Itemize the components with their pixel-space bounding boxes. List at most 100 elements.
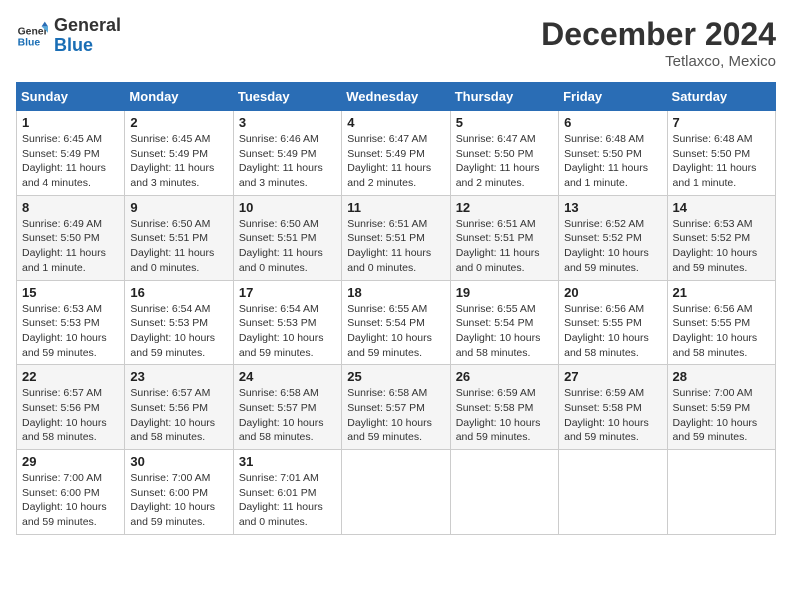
day-number: 23	[130, 369, 227, 384]
header-wednesday: Wednesday	[342, 83, 450, 111]
calendar-cell: 3 Sunrise: 6:46 AMSunset: 5:49 PMDayligh…	[233, 111, 341, 196]
day-number: 21	[673, 285, 770, 300]
day-detail: Sunrise: 7:01 AMSunset: 6:01 PMDaylight:…	[239, 472, 323, 528]
logo-icon: General Blue	[16, 20, 48, 52]
location-subtitle: Tetlaxco, Mexico	[541, 53, 776, 70]
calendar-cell: 14 Sunrise: 6:53 AMSunset: 5:52 PMDaylig…	[667, 195, 775, 280]
calendar-cell	[667, 450, 775, 535]
calendar-cell: 31 Sunrise: 7:01 AMSunset: 6:01 PMDaylig…	[233, 450, 341, 535]
day-number: 24	[239, 369, 336, 384]
calendar-week-row: 22 Sunrise: 6:57 AMSunset: 5:56 PMDaylig…	[17, 365, 776, 450]
day-detail: Sunrise: 6:47 AMSunset: 5:50 PMDaylight:…	[456, 133, 540, 189]
calendar-cell: 19 Sunrise: 6:55 AMSunset: 5:54 PMDaylig…	[450, 280, 558, 365]
header-tuesday: Tuesday	[233, 83, 341, 111]
day-detail: Sunrise: 6:53 AMSunset: 5:52 PMDaylight:…	[673, 218, 758, 274]
day-detail: Sunrise: 6:45 AMSunset: 5:49 PMDaylight:…	[130, 133, 214, 189]
day-number: 27	[564, 369, 661, 384]
calendar-cell: 25 Sunrise: 6:58 AMSunset: 5:57 PMDaylig…	[342, 365, 450, 450]
day-number: 22	[22, 369, 119, 384]
calendar-cell: 15 Sunrise: 6:53 AMSunset: 5:53 PMDaylig…	[17, 280, 125, 365]
calendar-cell: 26 Sunrise: 6:59 AMSunset: 5:58 PMDaylig…	[450, 365, 558, 450]
calendar-cell	[450, 450, 558, 535]
svg-text:Blue: Blue	[18, 37, 41, 48]
day-number: 20	[564, 285, 661, 300]
day-number: 9	[130, 200, 227, 215]
day-number: 18	[347, 285, 444, 300]
day-number: 8	[22, 200, 119, 215]
day-detail: Sunrise: 6:58 AMSunset: 5:57 PMDaylight:…	[239, 387, 324, 443]
day-number: 3	[239, 115, 336, 130]
day-detail: Sunrise: 6:48 AMSunset: 5:50 PMDaylight:…	[673, 133, 757, 189]
header-thursday: Thursday	[450, 83, 558, 111]
header-monday: Monday	[125, 83, 233, 111]
day-number: 7	[673, 115, 770, 130]
day-detail: Sunrise: 6:55 AMSunset: 5:54 PMDaylight:…	[347, 303, 432, 359]
calendar-cell: 11 Sunrise: 6:51 AMSunset: 5:51 PMDaylig…	[342, 195, 450, 280]
day-number: 29	[22, 454, 119, 469]
day-number: 28	[673, 369, 770, 384]
month-year-title: December 2024	[541, 16, 776, 53]
logo: General Blue General Blue	[16, 16, 121, 56]
day-number: 15	[22, 285, 119, 300]
calendar-cell: 10 Sunrise: 6:50 AMSunset: 5:51 PMDaylig…	[233, 195, 341, 280]
calendar-cell: 17 Sunrise: 6:54 AMSunset: 5:53 PMDaylig…	[233, 280, 341, 365]
day-detail: Sunrise: 6:45 AMSunset: 5:49 PMDaylight:…	[22, 133, 106, 189]
day-detail: Sunrise: 6:50 AMSunset: 5:51 PMDaylight:…	[239, 218, 323, 274]
calendar-week-row: 8 Sunrise: 6:49 AMSunset: 5:50 PMDayligh…	[17, 195, 776, 280]
calendar-cell: 23 Sunrise: 6:57 AMSunset: 5:56 PMDaylig…	[125, 365, 233, 450]
day-detail: Sunrise: 6:56 AMSunset: 5:55 PMDaylight:…	[564, 303, 649, 359]
day-detail: Sunrise: 7:00 AMSunset: 6:00 PMDaylight:…	[130, 472, 215, 528]
day-detail: Sunrise: 6:47 AMSunset: 5:49 PMDaylight:…	[347, 133, 431, 189]
day-number: 1	[22, 115, 119, 130]
calendar-cell: 8 Sunrise: 6:49 AMSunset: 5:50 PMDayligh…	[17, 195, 125, 280]
day-number: 14	[673, 200, 770, 215]
day-number: 10	[239, 200, 336, 215]
calendar-week-row: 29 Sunrise: 7:00 AMSunset: 6:00 PMDaylig…	[17, 450, 776, 535]
calendar-cell: 28 Sunrise: 7:00 AMSunset: 5:59 PMDaylig…	[667, 365, 775, 450]
day-number: 6	[564, 115, 661, 130]
title-block: December 2024 Tetlaxco, Mexico	[541, 16, 776, 70]
calendar-cell: 6 Sunrise: 6:48 AMSunset: 5:50 PMDayligh…	[559, 111, 667, 196]
calendar-cell: 20 Sunrise: 6:56 AMSunset: 5:55 PMDaylig…	[559, 280, 667, 365]
day-number: 13	[564, 200, 661, 215]
calendar-cell: 21 Sunrise: 6:56 AMSunset: 5:55 PMDaylig…	[667, 280, 775, 365]
day-number: 31	[239, 454, 336, 469]
day-detail: Sunrise: 6:59 AMSunset: 5:58 PMDaylight:…	[456, 387, 541, 443]
day-detail: Sunrise: 6:52 AMSunset: 5:52 PMDaylight:…	[564, 218, 649, 274]
day-detail: Sunrise: 7:00 AMSunset: 6:00 PMDaylight:…	[22, 472, 107, 528]
calendar-cell: 4 Sunrise: 6:47 AMSunset: 5:49 PMDayligh…	[342, 111, 450, 196]
day-number: 16	[130, 285, 227, 300]
day-detail: Sunrise: 6:59 AMSunset: 5:58 PMDaylight:…	[564, 387, 649, 443]
calendar-cell	[559, 450, 667, 535]
day-detail: Sunrise: 6:51 AMSunset: 5:51 PMDaylight:…	[456, 218, 540, 274]
header-friday: Friday	[559, 83, 667, 111]
calendar-cell: 22 Sunrise: 6:57 AMSunset: 5:56 PMDaylig…	[17, 365, 125, 450]
calendar-cell: 16 Sunrise: 6:54 AMSunset: 5:53 PMDaylig…	[125, 280, 233, 365]
calendar-cell	[342, 450, 450, 535]
calendar-cell: 2 Sunrise: 6:45 AMSunset: 5:49 PMDayligh…	[125, 111, 233, 196]
calendar-cell: 30 Sunrise: 7:00 AMSunset: 6:00 PMDaylig…	[125, 450, 233, 535]
calendar-cell: 18 Sunrise: 6:55 AMSunset: 5:54 PMDaylig…	[342, 280, 450, 365]
day-detail: Sunrise: 6:57 AMSunset: 5:56 PMDaylight:…	[130, 387, 215, 443]
day-detail: Sunrise: 6:50 AMSunset: 5:51 PMDaylight:…	[130, 218, 214, 274]
calendar-cell: 12 Sunrise: 6:51 AMSunset: 5:51 PMDaylig…	[450, 195, 558, 280]
calendar-cell: 9 Sunrise: 6:50 AMSunset: 5:51 PMDayligh…	[125, 195, 233, 280]
day-detail: Sunrise: 6:51 AMSunset: 5:51 PMDaylight:…	[347, 218, 431, 274]
day-number: 2	[130, 115, 227, 130]
header-sunday: Sunday	[17, 83, 125, 111]
day-detail: Sunrise: 6:46 AMSunset: 5:49 PMDaylight:…	[239, 133, 323, 189]
day-number: 17	[239, 285, 336, 300]
calendar-cell: 7 Sunrise: 6:48 AMSunset: 5:50 PMDayligh…	[667, 111, 775, 196]
day-number: 5	[456, 115, 553, 130]
calendar-table: Sunday Monday Tuesday Wednesday Thursday…	[16, 82, 776, 535]
day-detail: Sunrise: 6:56 AMSunset: 5:55 PMDaylight:…	[673, 303, 758, 359]
logo-blue-text: Blue	[54, 36, 121, 56]
calendar-cell: 13 Sunrise: 6:52 AMSunset: 5:52 PMDaylig…	[559, 195, 667, 280]
day-detail: Sunrise: 6:49 AMSunset: 5:50 PMDaylight:…	[22, 218, 106, 274]
day-detail: Sunrise: 6:55 AMSunset: 5:54 PMDaylight:…	[456, 303, 541, 359]
calendar-cell: 1 Sunrise: 6:45 AMSunset: 5:49 PMDayligh…	[17, 111, 125, 196]
calendar-week-row: 15 Sunrise: 6:53 AMSunset: 5:53 PMDaylig…	[17, 280, 776, 365]
day-number: 25	[347, 369, 444, 384]
calendar-week-row: 1 Sunrise: 6:45 AMSunset: 5:49 PMDayligh…	[17, 111, 776, 196]
day-number: 12	[456, 200, 553, 215]
